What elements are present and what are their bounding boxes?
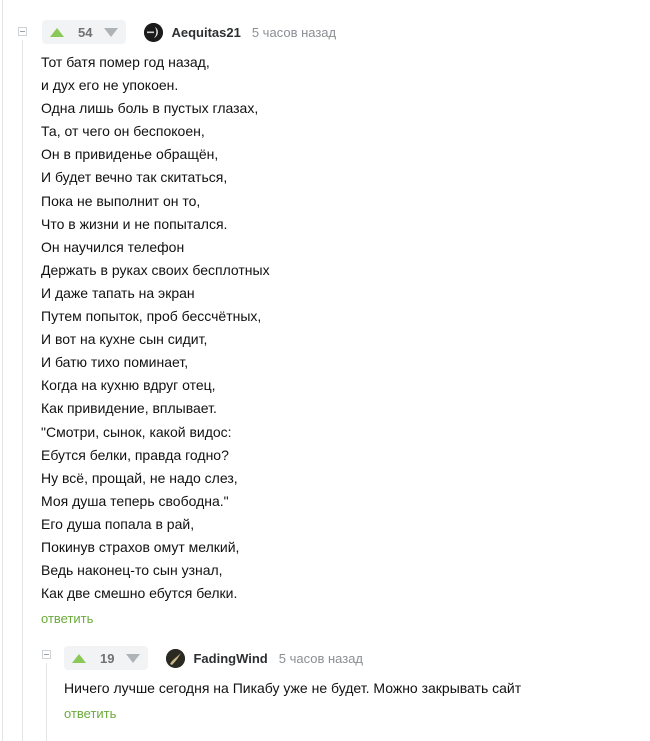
thread-line-root [2,0,3,741]
comment-line: Та, от чего он беспокоен, [41,123,205,140]
rating-widget: 54 [42,20,127,44]
timestamp[interactable]: 5 часов назад [252,25,336,40]
username[interactable]: Aequitas21 [171,25,240,40]
comment-line: Одна лишь боль в пустых глазах, [41,100,259,117]
comment-line: Ебутся белки, правда годно? [41,446,229,463]
avatar[interactable] [144,22,164,42]
reply-header: 19 FadingWind 5 часов назад [64,646,363,670]
comment-line: Путем попыток, проб бессчётных, [41,308,262,325]
comment-line: Держать в руках своих бесплотных [41,261,270,278]
avatar[interactable] [166,648,186,668]
comment-line: Когда на кухню вдруг отец, [41,377,216,394]
collapse-toggle-comment[interactable] [18,27,27,36]
downvote-icon[interactable] [126,653,141,663]
comment-line: Ну всё, прощай, не надо слез, [41,469,238,486]
reply-button[interactable]: ответить [64,706,116,721]
comment-line: "Смотри, сынок, какой видос: [41,423,232,440]
thread-line-comment [22,40,23,741]
comment-line: Как привидение, вплывает. [41,400,217,417]
collapse-toggle-reply[interactable] [42,650,51,659]
rating-count: 54 [78,24,93,40]
comment-line: Ведь наконец-то сын узнал, [41,562,223,579]
comment-line: Как две смешно ебутся белки. [41,585,238,602]
username[interactable]: FadingWind [193,651,267,666]
upvote-icon[interactable] [50,27,64,37]
downvote-icon[interactable] [104,27,119,37]
comment-line: Пока не выполнит он то, [41,192,201,209]
rating-count: 19 [100,650,115,666]
comment-line: Он научился телефон [41,238,185,255]
comment-line: И батю тихо поминает, [41,354,189,371]
reply-body: Ничего лучше сегодня на Пикабу уже не бу… [64,680,522,696]
reply-button[interactable]: ответить [41,611,93,626]
comment-line: Покинув страхов омут мелкий, [41,538,240,555]
comment-line: и дух его не упокоен. [41,77,179,94]
comment-line: Тот батя помер год назад, [41,54,210,70]
upvote-icon[interactable] [72,653,86,663]
comment-line: Он в привиденье обращён, [41,146,219,163]
comment-line: Что в жизни и не попытался. [41,215,228,232]
comment-line: И вот на кухне сын сидит, [41,331,208,348]
comment-header: 54 Aequitas21 5 часов назад [42,20,336,44]
thread-line-reply [46,663,47,741]
rating-widget: 19 [64,646,149,670]
comment-line: И даже тапать на экран [41,284,195,301]
comment-line: И будет вечно так скитаться, [41,169,228,186]
comment-line: Его душа попала в рай, [41,515,195,532]
timestamp[interactable]: 5 часов назад [279,651,363,666]
comment-body: Тот батя помер год назад, и дух его не у… [41,51,270,605]
comment-line: Моя душа теперь свободна." [41,492,229,509]
